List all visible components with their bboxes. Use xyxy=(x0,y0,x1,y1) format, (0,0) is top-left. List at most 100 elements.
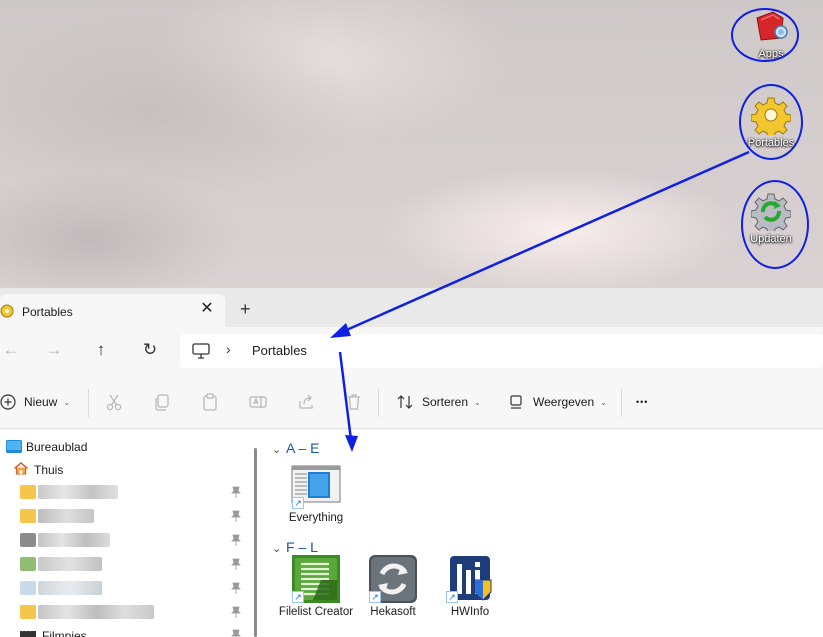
more-options-button[interactable]: ••• xyxy=(636,391,648,413)
group-header-label: F – L xyxy=(286,539,318,555)
share-icon[interactable] xyxy=(296,392,316,412)
navigation-pane: Bureaublad Thuis Filmpjes xyxy=(0,430,252,637)
paste-icon[interactable] xyxy=(200,392,220,412)
redacted-label xyxy=(38,485,118,499)
sidebar-item-redacted[interactable] xyxy=(0,602,252,624)
chevron-down-icon: ⌄ xyxy=(63,397,71,407)
sort-button-label: Sorteren xyxy=(422,395,469,409)
rename-icon[interactable] xyxy=(248,392,268,412)
content-area: Bureaublad Thuis Filmpjes ⌄ A – E ↗ Ever… xyxy=(0,430,823,637)
pin-icon[interactable] xyxy=(230,486,242,498)
redacted-folder-icon xyxy=(20,509,36,523)
sidebar-item-redacted[interactable] xyxy=(0,530,252,552)
tab-bar: Portables ✕ + xyxy=(0,288,823,327)
group-header-f-l[interactable]: ⌄ F – L xyxy=(272,539,318,555)
shortcut-arrow-icon: ↗ xyxy=(369,591,381,603)
tab-title: Portables xyxy=(22,305,73,319)
pin-icon[interactable] xyxy=(230,606,242,618)
sidebar-item-redacted[interactable] xyxy=(0,578,252,600)
sidebar-item-redacted[interactable] xyxy=(0,506,252,528)
refresh-button[interactable]: ↻ xyxy=(139,339,161,361)
file-hwinfo[interactable]: ↗ HWInfo xyxy=(432,554,508,619)
delete-icon[interactable] xyxy=(344,392,364,412)
annotation-ellipse-portables xyxy=(739,84,803,160)
sidebar-scrollbar[interactable] xyxy=(252,430,260,637)
sidebar-item-label: Thuis xyxy=(34,463,64,477)
close-icon[interactable]: ✕ xyxy=(198,300,216,318)
file-label: HWInfo xyxy=(450,606,490,618)
redacted-label xyxy=(38,533,110,547)
sidebar-item-filmpjes[interactable]: Filmpjes xyxy=(0,625,252,637)
desktop-folder-icon xyxy=(6,440,22,453)
pin-icon[interactable] xyxy=(230,534,242,546)
file-label: Everything xyxy=(288,512,344,524)
forward-button[interactable]: → xyxy=(43,339,65,361)
back-button[interactable]: ← xyxy=(0,339,22,361)
annotation-ellipse-apps xyxy=(731,8,799,62)
shortcut-arrow-icon: ↗ xyxy=(292,591,304,603)
file-label: Filelist Creator xyxy=(278,606,354,618)
new-tab-button[interactable]: + xyxy=(240,300,251,318)
view-icon xyxy=(510,395,522,409)
toolbar-divider xyxy=(621,389,622,417)
pin-icon[interactable] xyxy=(230,629,242,637)
chevron-down-icon: ⌄ xyxy=(272,444,282,456)
tab-portables[interactable]: Portables ✕ xyxy=(0,294,225,327)
address-bar[interactable]: › Portables xyxy=(180,334,823,368)
plus-circle-icon xyxy=(0,394,16,410)
redacted-folder-icon xyxy=(20,533,36,547)
file-label: Hekasoft xyxy=(370,606,416,618)
sidebar-item-redacted[interactable] xyxy=(0,554,252,576)
everything-app-icon: ↗ xyxy=(291,460,341,510)
group-header-label: A – E xyxy=(286,440,320,456)
toolbar-divider xyxy=(378,389,379,417)
sort-icon xyxy=(397,395,413,409)
up-button[interactable]: ↑ xyxy=(90,339,112,361)
redacted-folder-icon xyxy=(20,485,36,499)
navigation-bar: ← → ↑ ↻ › Portables xyxy=(0,327,823,375)
file-everything[interactable]: ↗ Everything xyxy=(278,460,354,525)
computer-icon xyxy=(192,343,210,359)
redacted-folder-icon xyxy=(20,557,36,571)
more-icon: ••• xyxy=(636,397,649,407)
chevron-down-icon: ⌄ xyxy=(600,397,607,407)
file-explorer-window: Portables ✕ + ← → ↑ ↻ › Portables Nieuw … xyxy=(0,288,823,637)
file-list: ⌄ A – E ↗ Everything ⌄ F – L ↗ Filelist … xyxy=(262,430,823,637)
shortcut-arrow-icon: ↗ xyxy=(446,591,458,603)
redacted-label xyxy=(38,581,102,595)
hwinfo-app-icon: ↗ xyxy=(445,554,495,604)
cut-icon[interactable] xyxy=(104,392,124,412)
new-button[interactable]: Nieuw ⌄ xyxy=(0,391,70,413)
view-button[interactable]: Weergeven ⌄ xyxy=(508,391,607,413)
film-icon xyxy=(20,629,36,637)
sidebar-item-redacted[interactable] xyxy=(0,482,252,504)
copy-icon[interactable] xyxy=(152,392,172,412)
sidebar-item-thuis[interactable]: Thuis xyxy=(0,459,252,481)
pin-icon[interactable] xyxy=(230,510,242,522)
file-hekasoft[interactable]: ↗ Hekasoft xyxy=(355,554,431,619)
filelist-creator-app-icon: ↗ xyxy=(291,554,341,604)
annotation-ellipse-updaten xyxy=(741,180,809,269)
sidebar-item-bureaublad[interactable]: Bureaublad xyxy=(0,436,252,458)
view-button-label: Weergeven xyxy=(533,395,595,409)
redacted-label xyxy=(38,509,94,523)
scrollbar-thumb[interactable] xyxy=(254,448,257,637)
breadcrumb-portables[interactable]: Portables xyxy=(252,343,307,358)
pin-icon[interactable] xyxy=(230,558,242,570)
command-bar: Nieuw ⌄ Sorteren ⌄ Weergeven ⌄ ••• xyxy=(0,375,823,429)
sidebar-item-label: Filmpjes xyxy=(42,629,87,637)
redacted-label xyxy=(38,605,154,619)
new-button-label: Nieuw xyxy=(24,395,58,409)
sort-button[interactable]: Sorteren ⌄ xyxy=(396,391,481,413)
group-header-a-e[interactable]: ⌄ A – E xyxy=(272,440,319,456)
hekasoft-app-icon: ↗ xyxy=(368,554,418,604)
sidebar-item-label: Bureaublad xyxy=(26,440,88,454)
redacted-label xyxy=(38,557,102,571)
redacted-folder-icon xyxy=(20,581,36,595)
pin-icon[interactable] xyxy=(230,582,242,594)
file-filelist-creator[interactable]: ↗ Filelist Creator xyxy=(278,554,354,619)
breadcrumb-separator: › xyxy=(226,341,231,357)
redacted-folder-icon xyxy=(20,605,36,619)
home-icon xyxy=(14,462,28,475)
gear-icon xyxy=(0,304,14,318)
